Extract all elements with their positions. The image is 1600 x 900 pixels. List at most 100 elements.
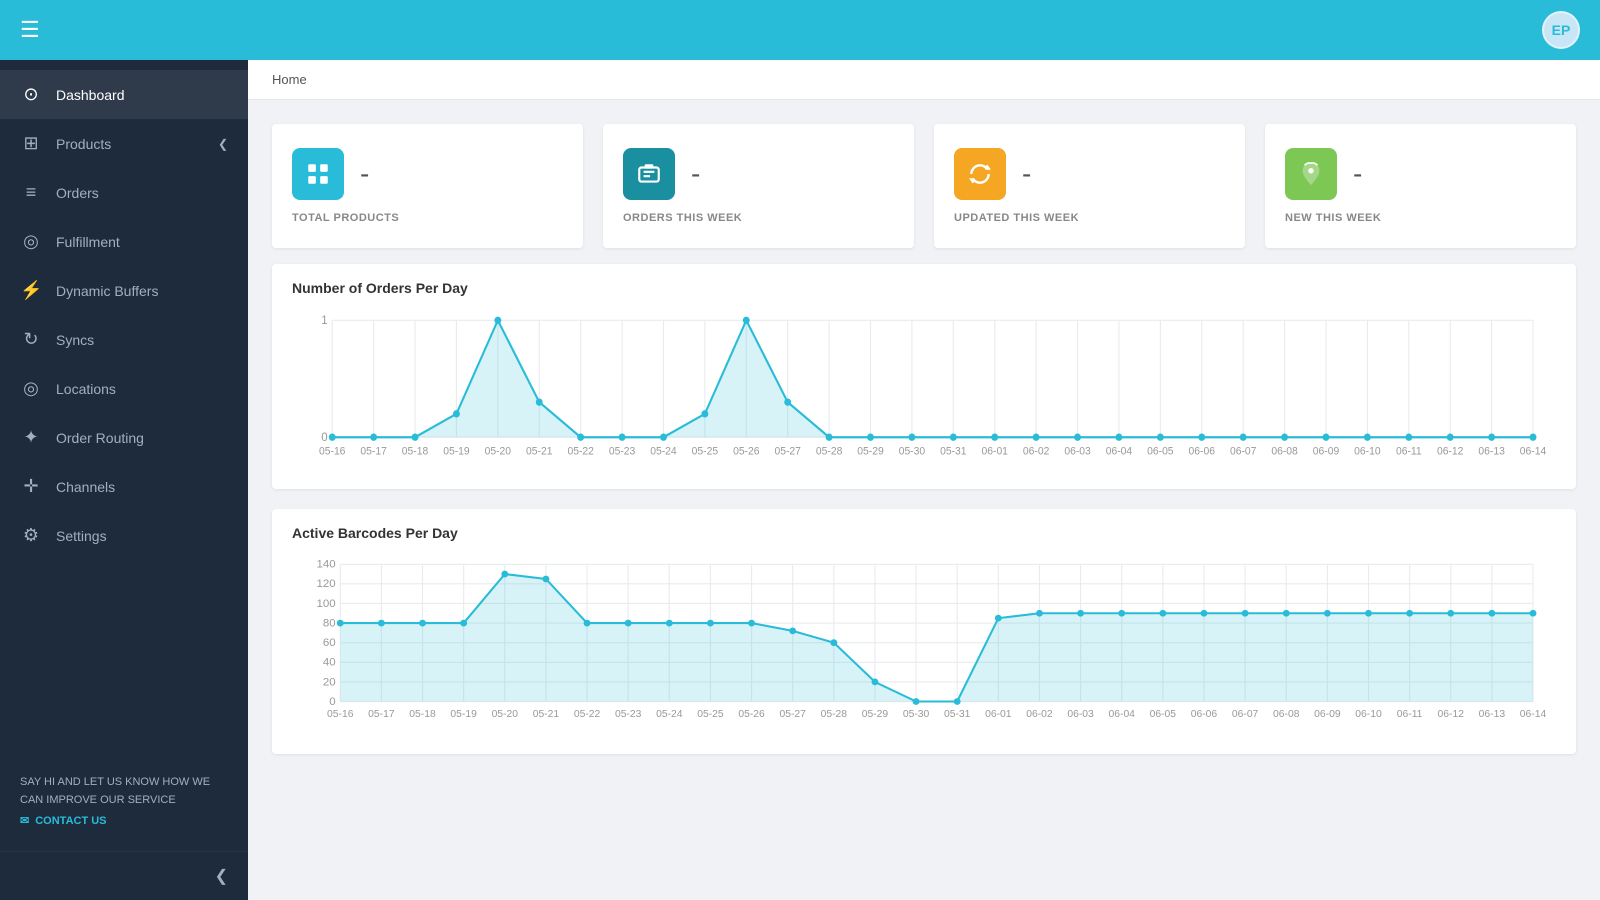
- svg-text:05-31: 05-31: [940, 445, 966, 457]
- svg-text:06-02: 06-02: [1023, 445, 1049, 457]
- svg-text:0: 0: [329, 696, 335, 708]
- dashboard-icon: ⊙: [20, 84, 42, 105]
- sidebar-collapse-button[interactable]: ❮: [0, 851, 248, 900]
- sidebar-footer: SAY HI AND LET US KNOW HOW WE CAN IMPROV…: [0, 754, 248, 851]
- sidebar: ⊙ Dashboard ⊞ Products ❮ ≡ Orders ◎ Fulf…: [0, 60, 248, 900]
- orders-this-week-value: -: [691, 158, 700, 190]
- svg-text:06-08: 06-08: [1273, 709, 1300, 720]
- sidebar-item-label-syncs: Syncs: [56, 332, 94, 348]
- svg-text:06-09: 06-09: [1313, 445, 1339, 457]
- sidebar-item-order-routing[interactable]: ✦ Order Routing: [0, 413, 248, 462]
- orders-chart-section: Number of Orders Per Day 0105-1605-1705-…: [272, 264, 1576, 489]
- orders-this-week-icon: [623, 148, 675, 200]
- orders-chart-title: Number of Orders Per Day: [292, 280, 1556, 296]
- svg-text:06-07: 06-07: [1232, 709, 1259, 720]
- topbar: ☰ EP: [0, 0, 1600, 60]
- sidebar-item-orders[interactable]: ≡ Orders: [0, 168, 248, 217]
- svg-text:06-05: 06-05: [1150, 709, 1177, 720]
- main-layout: ⊙ Dashboard ⊞ Products ❮ ≡ Orders ◎ Fulf…: [0, 60, 1600, 900]
- user-avatar[interactable]: EP: [1542, 11, 1580, 49]
- channels-icon: ✛: [20, 476, 42, 497]
- sidebar-item-products[interactable]: ⊞ Products ❮: [0, 119, 248, 168]
- svg-text:05-30: 05-30: [903, 709, 930, 720]
- stat-card-orders-this-week: - ORDERS THIS WEEK: [603, 124, 914, 248]
- order-routing-icon: ✦: [20, 427, 42, 448]
- sidebar-item-fulfillment[interactable]: ◎ Fulfillment: [0, 217, 248, 266]
- svg-text:120: 120: [317, 578, 336, 590]
- sidebar-item-label-channels: Channels: [56, 479, 115, 495]
- sidebar-footer-text: SAY HI AND LET US KNOW HOW WE CAN IMPROV…: [20, 774, 228, 809]
- chevron-left-icon: ❮: [215, 866, 228, 886]
- sidebar-item-dynamic-buffers[interactable]: ⚡ Dynamic Buffers: [0, 266, 248, 315]
- total-products-label: TOTAL PRODUCTS: [292, 208, 563, 224]
- svg-text:40: 40: [323, 657, 336, 669]
- svg-text:05-20: 05-20: [485, 445, 511, 457]
- stat-card-top: -: [292, 148, 563, 200]
- svg-text:05-16: 05-16: [319, 445, 345, 457]
- orders-icon: ≡: [20, 182, 42, 203]
- sidebar-item-label-order-routing: Order Routing: [56, 430, 144, 446]
- svg-text:06-12: 06-12: [1438, 709, 1465, 720]
- total-products-value: -: [360, 158, 369, 190]
- sidebar-nav: ⊙ Dashboard ⊞ Products ❮ ≡ Orders ◎ Fulf…: [0, 60, 248, 754]
- sidebar-item-label-settings: Settings: [56, 528, 107, 544]
- svg-text:05-17: 05-17: [360, 445, 386, 457]
- svg-text:06-13: 06-13: [1478, 445, 1504, 457]
- stat-card-new-this-week: - NEW THIS WEEK: [1265, 124, 1576, 248]
- barcodes-chart-title: Active Barcodes Per Day: [292, 525, 1556, 541]
- stat-card-total-products: - TOTAL PRODUCTS: [272, 124, 583, 248]
- orders-chart-container: 0105-1605-1705-1805-1905-2005-2105-2205-…: [292, 308, 1556, 473]
- sidebar-item-settings[interactable]: ⚙ Settings: [0, 511, 248, 560]
- svg-text:06-14: 06-14: [1520, 445, 1546, 457]
- svg-text:05-27: 05-27: [779, 709, 806, 720]
- sidebar-item-syncs[interactable]: ↻ Syncs: [0, 315, 248, 364]
- stat-card-top: -: [954, 148, 1225, 200]
- settings-icon: ⚙: [20, 525, 42, 546]
- svg-text:06-12: 06-12: [1437, 445, 1463, 457]
- svg-text:05-21: 05-21: [526, 445, 552, 457]
- content-area: Home - TOTAL PRODUCTS - ORDERS THIS WEEK…: [248, 60, 1600, 900]
- svg-text:05-30: 05-30: [899, 445, 925, 457]
- sidebar-item-locations[interactable]: ◎ Locations: [0, 364, 248, 413]
- svg-text:05-25: 05-25: [697, 709, 724, 720]
- dynamic-buffers-icon: ⚡: [20, 280, 42, 301]
- total-products-icon: [292, 148, 344, 200]
- svg-text:06-01: 06-01: [985, 709, 1012, 720]
- svg-text:06-09: 06-09: [1314, 709, 1341, 720]
- breadcrumb: Home: [248, 60, 1600, 100]
- new-this-week-label: NEW THIS WEEK: [1285, 208, 1556, 224]
- svg-text:05-23: 05-23: [615, 709, 642, 720]
- svg-text:06-01: 06-01: [982, 445, 1008, 457]
- svg-text:05-28: 05-28: [816, 445, 842, 457]
- svg-text:06-10: 06-10: [1354, 445, 1380, 457]
- svg-text:80: 80: [323, 618, 336, 630]
- svg-text:06-06: 06-06: [1189, 445, 1215, 457]
- svg-text:60: 60: [323, 637, 336, 649]
- svg-text:05-24: 05-24: [656, 709, 683, 720]
- svg-text:05-22: 05-22: [567, 445, 593, 457]
- svg-text:140: 140: [317, 559, 336, 571]
- hamburger-icon[interactable]: ☰: [20, 17, 40, 43]
- svg-text:05-25: 05-25: [692, 445, 718, 457]
- svg-text:05-26: 05-26: [733, 445, 759, 457]
- sidebar-item-dashboard[interactable]: ⊙ Dashboard: [0, 70, 248, 119]
- syncs-icon: ↻: [20, 329, 42, 350]
- barcodes-chart-container: 02040608010012014005-1605-1705-1805-1905…: [292, 553, 1556, 738]
- stat-card-top: -: [1285, 148, 1556, 200]
- new-this-week-value: -: [1353, 158, 1362, 190]
- svg-text:05-22: 05-22: [574, 709, 601, 720]
- svg-text:05-29: 05-29: [857, 445, 883, 457]
- svg-text:06-02: 06-02: [1026, 709, 1053, 720]
- stat-card-top: -: [623, 148, 894, 200]
- stats-row: - TOTAL PRODUCTS - ORDERS THIS WEEK - UP…: [248, 100, 1600, 264]
- svg-text:05-29: 05-29: [862, 709, 889, 720]
- svg-text:05-18: 05-18: [402, 445, 428, 457]
- sidebar-item-label-fulfillment: Fulfillment: [56, 234, 120, 250]
- svg-text:06-07: 06-07: [1230, 445, 1256, 457]
- contact-us-link[interactable]: ✉ CONTACT US: [20, 813, 228, 831]
- orders-chart: 0105-1605-1705-1805-1905-2005-2105-2205-…: [292, 308, 1556, 468]
- sidebar-item-channels[interactable]: ✛ Channels: [0, 462, 248, 511]
- svg-text:05-21: 05-21: [533, 709, 560, 720]
- sidebar-item-label-orders: Orders: [56, 185, 99, 201]
- orders-this-week-label: ORDERS THIS WEEK: [623, 208, 894, 224]
